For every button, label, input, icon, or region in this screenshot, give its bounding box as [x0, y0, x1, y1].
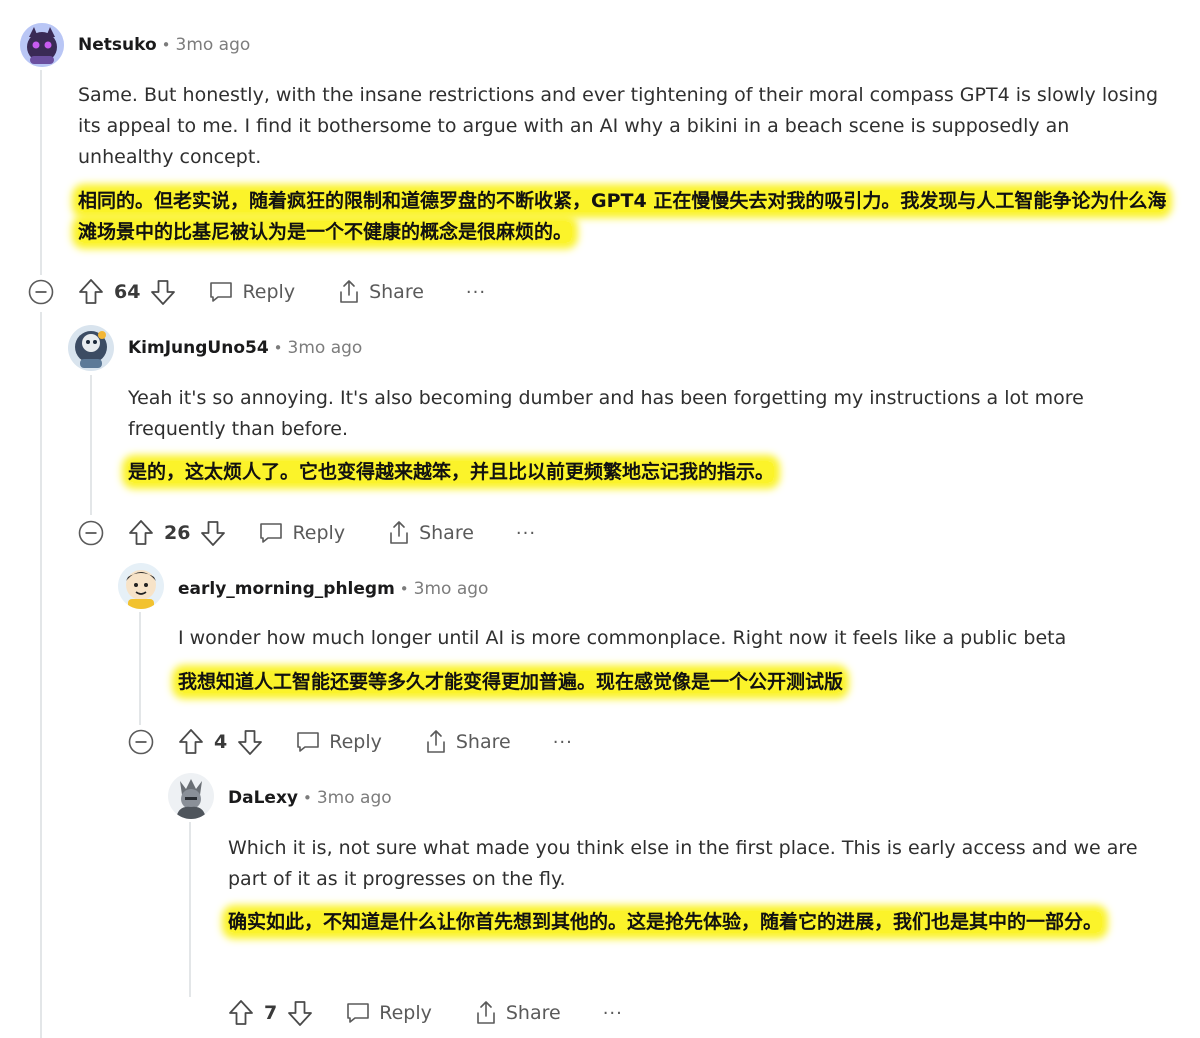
vote-score: 64 — [114, 281, 141, 303]
avatar[interactable] — [20, 23, 64, 67]
comment-body: Which it is, not sure what made you thin… — [228, 837, 1138, 890]
reply-button[interactable]: Reply — [208, 274, 295, 310]
thread-line[interactable] — [139, 612, 141, 725]
reply-button[interactable]: Reply — [258, 515, 345, 551]
vote-score: 4 — [214, 731, 228, 753]
meta-separator: • — [161, 36, 171, 54]
downvote-arrow-icon[interactable] — [287, 999, 313, 1027]
more-options-button[interactable]: ··· — [466, 274, 486, 310]
vote-score: 26 — [164, 522, 191, 544]
thread-line[interactable] — [40, 312, 42, 1038]
more-options-button[interactable]: ··· — [516, 515, 536, 551]
action-bar: 4 Reply Share ··· — [128, 724, 573, 760]
timestamp[interactable]: 3mo ago — [414, 579, 489, 599]
share-button[interactable]: Share — [424, 724, 511, 760]
share-icon — [474, 1000, 498, 1026]
meta-separator: • — [273, 339, 283, 357]
translation-highlight: 是的，这太烦人了。它也变得越来越笨，并且比以前更频繁地忘记我的指示。 — [128, 461, 775, 483]
collapse-icon[interactable] — [78, 520, 104, 546]
comment-bubble-icon — [258, 521, 284, 545]
comment-translation: 是的，这太烦人了。它也变得越来越笨，并且比以前更频繁地忘记我的指示。 — [128, 457, 1168, 488]
comment-body: Yeah it's so annoying. It's also becomin… — [128, 387, 1084, 440]
reply-label: Reply — [242, 281, 296, 303]
share-icon — [424, 729, 448, 755]
comment-meta: Netsuko • 3mo ago — [78, 35, 250, 55]
reply-button[interactable]: Reply — [295, 724, 382, 760]
share-button[interactable]: Share — [387, 515, 474, 551]
avatar[interactable] — [68, 325, 114, 371]
share-label: Share — [419, 522, 474, 544]
author-name[interactable]: Netsuko — [78, 35, 157, 55]
downvote-arrow-icon[interactable] — [150, 278, 176, 306]
reply-label: Reply — [329, 731, 382, 753]
comment-translation: 确实如此，不知道是什么让你首先想到其他的。这是抢先体验，随着它的进展，我们也是其… — [228, 907, 1178, 938]
avatar[interactable] — [118, 563, 164, 609]
timestamp[interactable]: 3mo ago — [317, 788, 392, 808]
more-horizontal-icon: ··· — [465, 281, 487, 303]
comment-meta: DaLexy • 3mo ago — [228, 788, 392, 808]
more-options-button[interactable]: ··· — [603, 995, 623, 1031]
reply-label: Reply — [292, 522, 346, 544]
timestamp[interactable]: 3mo ago — [288, 338, 363, 358]
thread-line[interactable] — [90, 375, 92, 515]
translation-highlight: 确实如此，不知道是什么让你首先想到其他的。这是抢先体验，随着它的进展，我们也是其… — [228, 911, 1103, 933]
comment-translation: 相同的。但老实说，随着疯狂的限制和道德罗盘的不断收紧，GPT4 正在慢慢失去对我… — [78, 186, 1178, 248]
share-button[interactable]: Share — [337, 274, 424, 310]
action-bar: 7 Reply Share ··· — [228, 995, 623, 1031]
more-options-button[interactable]: ··· — [553, 724, 573, 760]
thread-line[interactable] — [40, 70, 42, 275]
reply-label: Reply — [379, 1002, 432, 1024]
collapse-icon[interactable] — [28, 279, 54, 305]
share-icon — [387, 520, 411, 546]
collapse-icon[interactable] — [128, 729, 154, 755]
translation-highlight: 相同的。但老实说，随着疯狂的限制和道德罗盘的不断收紧，GPT4 正在慢慢失去对我… — [78, 190, 1167, 243]
share-button[interactable]: Share — [474, 995, 561, 1031]
comment-body: I wonder how much longer until AI is mor… — [178, 627, 1067, 649]
avatar[interactable] — [168, 773, 214, 819]
comment-body: Same. But honestly, with the insane rest… — [78, 84, 1159, 168]
meta-separator: • — [303, 789, 312, 807]
downvote-arrow-icon[interactable] — [200, 519, 226, 547]
comment-meta: KimJungUno54 • 3mo ago — [128, 338, 362, 358]
comment-bubble-icon — [295, 730, 321, 754]
comment-bubble-icon — [345, 1001, 371, 1025]
upvote-arrow-icon[interactable] — [128, 519, 154, 547]
more-horizontal-icon: ··· — [602, 1002, 623, 1024]
share-label: Share — [455, 731, 511, 753]
comment-translation: 我想知道人工智能还要等多久才能变得更加普遍。现在感觉像是一个公开测试版 — [178, 667, 1178, 698]
vote-score: 7 — [264, 1002, 278, 1024]
comment-bubble-icon — [208, 280, 234, 304]
author-name[interactable]: early_morning_phlegm — [178, 579, 395, 599]
more-horizontal-icon: ··· — [552, 731, 573, 753]
more-horizontal-icon: ··· — [515, 522, 537, 544]
downvote-arrow-icon[interactable] — [237, 728, 263, 756]
share-label: Share — [369, 281, 424, 303]
reply-button[interactable]: Reply — [345, 995, 432, 1031]
share-icon — [337, 279, 361, 305]
translation-highlight: 我想知道人工智能还要等多久才能变得更加普遍。现在感觉像是一个公开测试版 — [178, 671, 844, 693]
upvote-arrow-icon[interactable] — [78, 278, 104, 306]
author-name[interactable]: DaLexy — [228, 788, 298, 808]
action-bar: 26 Reply Share ··· — [78, 515, 536, 551]
upvote-arrow-icon[interactable] — [228, 999, 254, 1027]
timestamp[interactable]: 3mo ago — [176, 35, 251, 55]
action-bar: 64 Reply Share ··· — [28, 274, 486, 310]
author-name[interactable]: KimJungUno54 — [128, 338, 269, 358]
meta-separator: • — [399, 580, 409, 598]
comment-meta: early_morning_phlegm • 3mo ago — [178, 579, 488, 599]
share-label: Share — [505, 1002, 561, 1024]
thread-line[interactable] — [189, 822, 191, 997]
upvote-arrow-icon[interactable] — [178, 728, 204, 756]
